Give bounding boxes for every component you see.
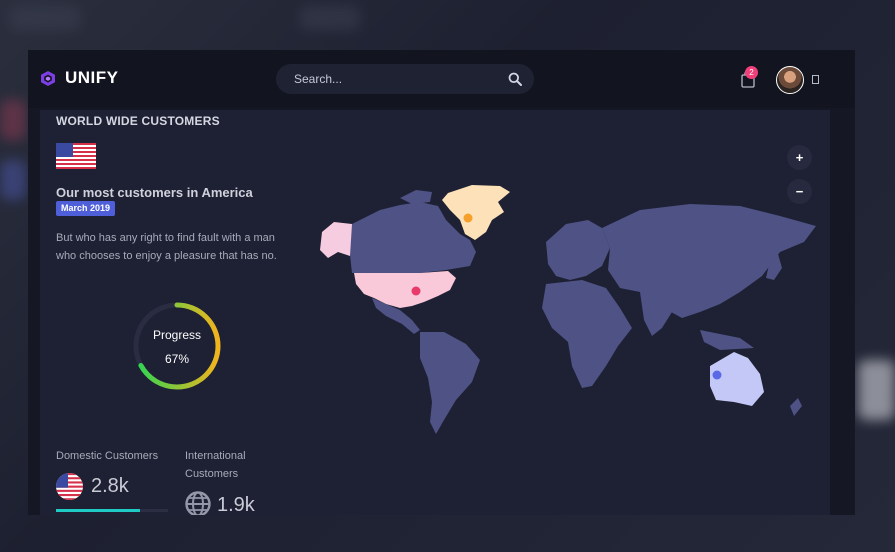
background-blur: [0, 100, 26, 140]
map-region-south-america: [420, 332, 480, 434]
background-blur: [300, 6, 360, 30]
brand-logo[interactable]: UNIFY: [40, 68, 119, 88]
progress-gauge: [133, 302, 221, 390]
background-blur: [858, 360, 895, 420]
description-text: But who has any right to find fault with…: [56, 232, 277, 262]
world-map[interactable]: [320, 180, 820, 440]
zoom-in-button[interactable]: +: [787, 145, 812, 170]
card-title: WORLD WIDE CUSTOMERS: [56, 114, 220, 128]
user-avatar[interactable]: [776, 66, 804, 94]
map-region-asia: [602, 204, 816, 318]
menu-icon[interactable]: [812, 75, 819, 84]
map-marker-usa: [411, 286, 421, 296]
search-input[interactable]: [294, 64, 494, 94]
map-region-southeast-asia: [700, 330, 754, 350]
headline: Our most customers in America: [56, 185, 253, 200]
map-region-europe: [546, 220, 610, 280]
map-region-africa: [542, 280, 632, 388]
usa-round-flag-icon: [56, 473, 83, 500]
brand-name: UNIFY: [65, 68, 119, 87]
international-customers-value: 1.9k: [217, 494, 255, 515]
search-icon[interactable]: [508, 72, 522, 86]
background-blur: [0, 160, 26, 200]
domestic-progress-bar: [56, 509, 168, 512]
app-window: UNIFY 2 WORLD WIDE CUSTOMERS: [28, 50, 855, 515]
map-region-alaska: [320, 222, 352, 258]
usa-flag-icon: [56, 143, 96, 169]
map-region-new-zealand: [790, 398, 802, 416]
cart-count-badge: 2: [745, 66, 758, 79]
domestic-customers-label: Domestic Customers: [56, 450, 159, 462]
map-marker-australia: [712, 370, 722, 380]
globe-icon: [185, 491, 211, 515]
progress-value: 67%: [164, 352, 190, 366]
world-wide-customers-card: WORLD WIDE CUSTOMERS Our most customers …: [40, 110, 830, 515]
map-region-usa: [354, 271, 456, 308]
progress-label: Progress: [152, 328, 202, 342]
international-customers-label: International Customers: [185, 450, 246, 480]
date-badge: March 2019: [56, 201, 116, 216]
domestic-customers-value: 2.8k: [91, 475, 129, 497]
map-marker-greenland: [463, 213, 473, 223]
top-navbar: UNIFY 2: [28, 50, 855, 108]
map-region-arctic-islands: [400, 190, 432, 204]
background-blur: [10, 6, 80, 30]
hexagon-logo-icon: [41, 70, 55, 86]
search-bar: [276, 64, 534, 94]
